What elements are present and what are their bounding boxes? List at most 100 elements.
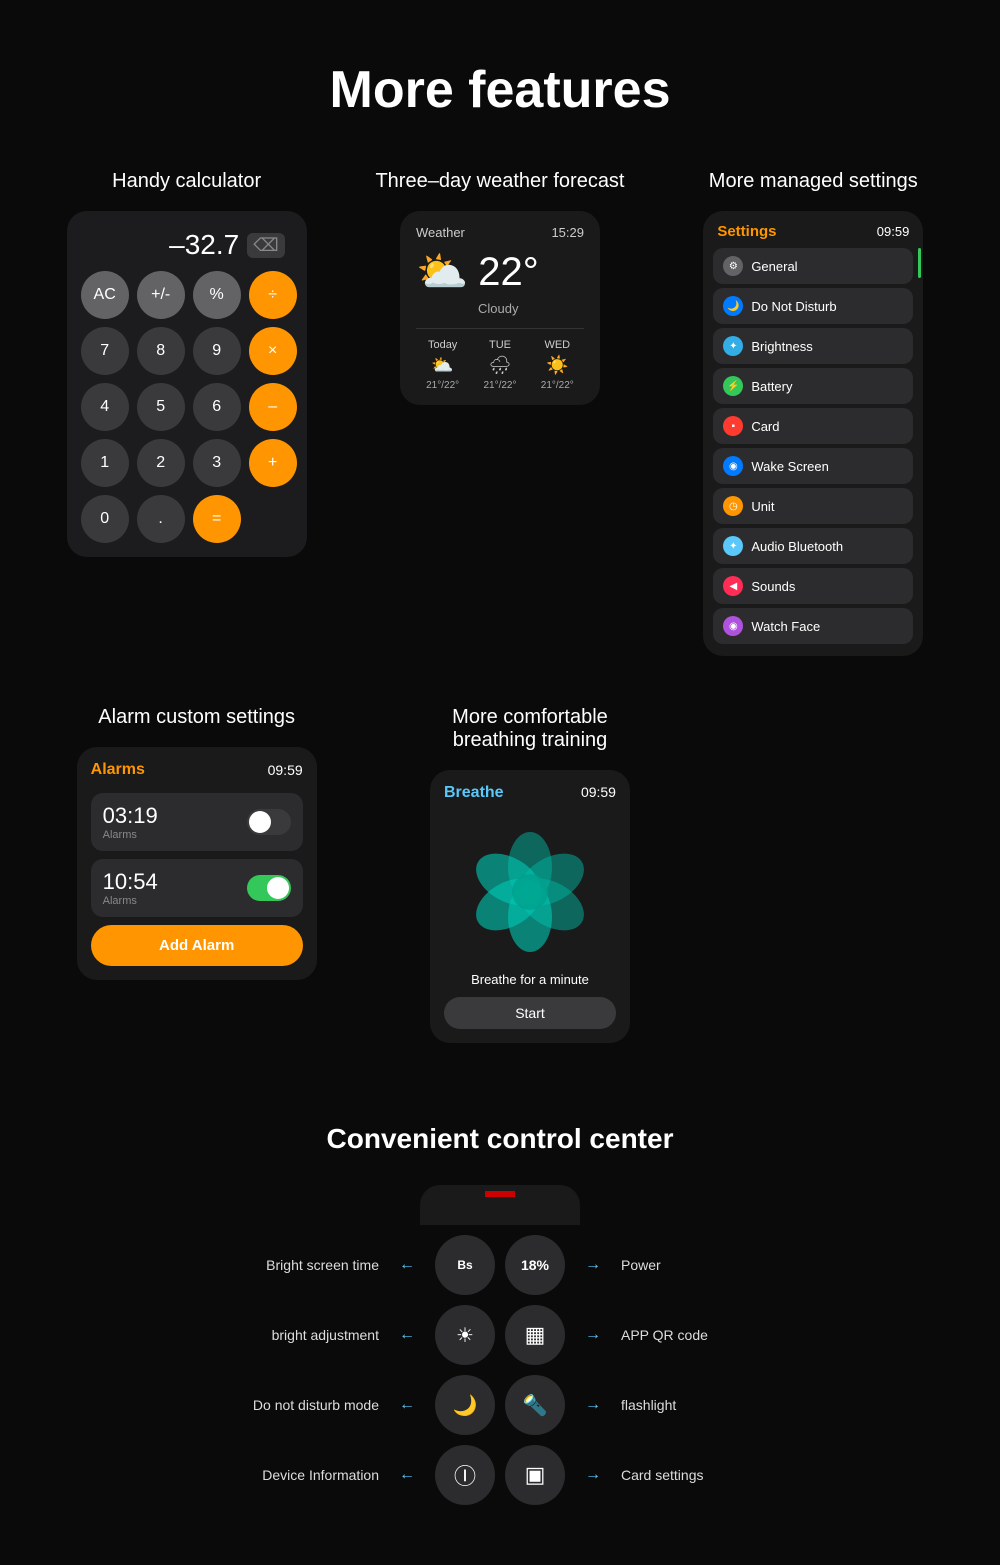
- calc-btn-minus[interactable]: –: [249, 383, 297, 431]
- calc-display: –32.7 ⌫: [81, 225, 293, 271]
- calc-btn-1[interactable]: 1: [81, 439, 129, 487]
- cc-arrow-left-1: [399, 1256, 415, 1274]
- settings-item-dnd[interactable]: 🌙 Do Not Disturb: [713, 288, 913, 324]
- calc-btn-dot[interactable]: .: [137, 495, 185, 543]
- breathe-instruction: Breathe for a minute: [471, 972, 589, 987]
- alarm-clock-1: 03:19: [103, 803, 158, 829]
- cc-label-device-info: Device Information: [199, 1467, 379, 1483]
- cc-arrow-right-1: [585, 1256, 601, 1274]
- battery-icon: ⚡: [723, 376, 743, 396]
- calc-btn-2[interactable]: 2: [137, 439, 185, 487]
- cc-buttons-3: 🌙 🔦: [435, 1375, 565, 1435]
- settings-item-general[interactable]: ⚙ General: [713, 248, 913, 284]
- cc-btn-device-info[interactable]: Ⓘ: [435, 1445, 495, 1505]
- alarm-item-1: 03:19 Alarms: [91, 793, 303, 851]
- settings-widget: Settings 09:59 ⚙ General 🌙 Do Not Distur…: [703, 211, 923, 656]
- settings-item-watchface[interactable]: ◉ Watch Face: [713, 608, 913, 644]
- settings-item-card-label: Card: [751, 419, 779, 434]
- cc-btn-bright-adj[interactable]: ☀: [435, 1305, 495, 1365]
- cc-arrow-left-2: [399, 1326, 415, 1344]
- alarm-toggle-2[interactable]: [247, 875, 291, 901]
- settings-block: More managed settings Settings 09:59 ⚙ G…: [673, 170, 953, 656]
- settings-item-unit[interactable]: ◷ Unit: [713, 488, 913, 524]
- calc-btn-9[interactable]: 9: [193, 327, 241, 375]
- cc-btn-dnd-icon: 🌙: [453, 1393, 478, 1418]
- breathe-time: 09:59: [581, 784, 616, 802]
- forecast-wed: WED ☀️ 21°/22°: [541, 339, 574, 391]
- weather-forecast: Today ⛅ 21°/22° TUE 🌧 21°/22° WED ☀️ 21°…: [416, 328, 584, 391]
- calc-btn-plusminus[interactable]: +/-: [137, 271, 185, 319]
- cc-row-3: Do not disturb mode 🌙 🔦 flashlight: [199, 1375, 801, 1435]
- cc-btn-qr-icon: ▦: [525, 1322, 546, 1348]
- calc-btn-4[interactable]: 4: [81, 383, 129, 431]
- cc-btn-dnd[interactable]: 🌙: [435, 1375, 495, 1435]
- forecast-today: Today ⛅ 21°/22°: [426, 339, 459, 391]
- cc-btn-bright-screen[interactable]: Bs: [435, 1235, 495, 1295]
- alarm-block: Alarm custom settings Alarms 09:59 03:19…: [57, 706, 337, 980]
- backspace-icon[interactable]: ⌫: [247, 233, 284, 258]
- cc-btn-card-settings[interactable]: ▣: [505, 1445, 565, 1505]
- calc-btn-0[interactable]: 0: [81, 495, 129, 543]
- cc-btn-flashlight[interactable]: 🔦: [505, 1375, 565, 1435]
- cc-btn-power[interactable]: 18%: [505, 1235, 565, 1295]
- weather-header-left: Weather: [416, 225, 465, 240]
- calc-btn-ac[interactable]: AC: [81, 271, 129, 319]
- calc-btn-3[interactable]: 3: [193, 439, 241, 487]
- weather-main: ⛅ 22°: [416, 248, 584, 297]
- calculator-label: Handy calculator: [112, 170, 261, 193]
- forecast-tue: TUE 🌧 21°/22°: [483, 339, 516, 391]
- weather-cloud-icon: ⛅: [416, 248, 468, 297]
- breathe-header: Breathe 09:59: [444, 784, 616, 802]
- forecast-tue-label: TUE: [489, 339, 511, 351]
- cc-arrow-left-3: [399, 1396, 415, 1414]
- cc-buttons-4: Ⓘ ▣: [435, 1445, 565, 1505]
- settings-item-audio[interactable]: ✦ Audio Bluetooth: [713, 528, 913, 564]
- calc-btn-multiply[interactable]: ×: [249, 327, 297, 375]
- settings-item-card[interactable]: ▪ Card: [713, 408, 913, 444]
- breathe-start-button[interactable]: Start: [444, 997, 616, 1029]
- calc-btn-plus[interactable]: +: [249, 439, 297, 487]
- settings-item-audio-label: Audio Bluetooth: [751, 539, 843, 554]
- cc-row-4: Device Information Ⓘ ▣ Card settings: [199, 1445, 801, 1505]
- page-title: More features: [0, 0, 1000, 170]
- cc-btn-bright-adj-icon: ☀: [456, 1323, 474, 1348]
- settings-item-wakescreen-label: Wake Screen: [751, 459, 829, 474]
- general-icon: ⚙: [723, 256, 743, 276]
- forecast-wed-label: WED: [544, 339, 570, 351]
- alarm-info-2: 10:54 Alarms: [103, 869, 158, 907]
- control-center-title: Convenient control center: [30, 1123, 970, 1155]
- alarm-label-2: Alarms: [103, 895, 158, 907]
- settings-item-battery-label: Battery: [751, 379, 792, 394]
- control-center-layout: Bright screen time Bs 18% Power bright a…: [30, 1185, 970, 1505]
- alarm-label-1: Alarms: [103, 829, 158, 841]
- settings-label: More managed settings: [709, 170, 918, 193]
- calc-btn-5[interactable]: 5: [137, 383, 185, 431]
- calc-btn-7[interactable]: 7: [81, 327, 129, 375]
- settings-item-wakescreen[interactable]: ◉ Wake Screen: [713, 448, 913, 484]
- calc-btn-percent[interactable]: %: [193, 271, 241, 319]
- device-top: [420, 1185, 580, 1225]
- cc-btn-device-info-icon: Ⓘ: [454, 1459, 476, 1491]
- breathe-title: Breathe: [444, 784, 504, 802]
- weather-block: Three–day weather forecast Weather 15:29…: [360, 170, 640, 405]
- calc-btn-divide[interactable]: ÷: [249, 271, 297, 319]
- calc-btn-6[interactable]: 6: [193, 383, 241, 431]
- breathe-widget: Breathe 09:59 Breathe for a minute Start: [430, 770, 630, 1043]
- card-icon: ▪: [723, 416, 743, 436]
- settings-list: ⚙ General 🌙 Do Not Disturb ✦ Brightness …: [713, 248, 913, 644]
- forecast-today-temps: 21°/22°: [426, 380, 459, 391]
- forecast-today-icon: ⛅: [431, 355, 453, 376]
- settings-item-sounds[interactable]: ◀ Sounds: [713, 568, 913, 604]
- settings-item-brightness[interactable]: ✦ Brightness: [713, 328, 913, 364]
- settings-item-battery[interactable]: ⚡ Battery: [713, 368, 913, 404]
- alarm-toggle-1[interactable]: [247, 809, 291, 835]
- calc-btn-equals[interactable]: =: [193, 495, 241, 543]
- cc-btn-power-label: 18%: [521, 1257, 549, 1273]
- cc-btn-qr[interactable]: ▦: [505, 1305, 565, 1365]
- cc-label-bright-screen: Bright screen time: [199, 1257, 379, 1273]
- weather-temp: 22°: [478, 250, 539, 295]
- alarm-header: Alarms 09:59: [91, 761, 303, 779]
- calc-btn-8[interactable]: 8: [137, 327, 185, 375]
- settings-item-general-label: General: [751, 259, 797, 274]
- add-alarm-button[interactable]: Add Alarm: [91, 925, 303, 966]
